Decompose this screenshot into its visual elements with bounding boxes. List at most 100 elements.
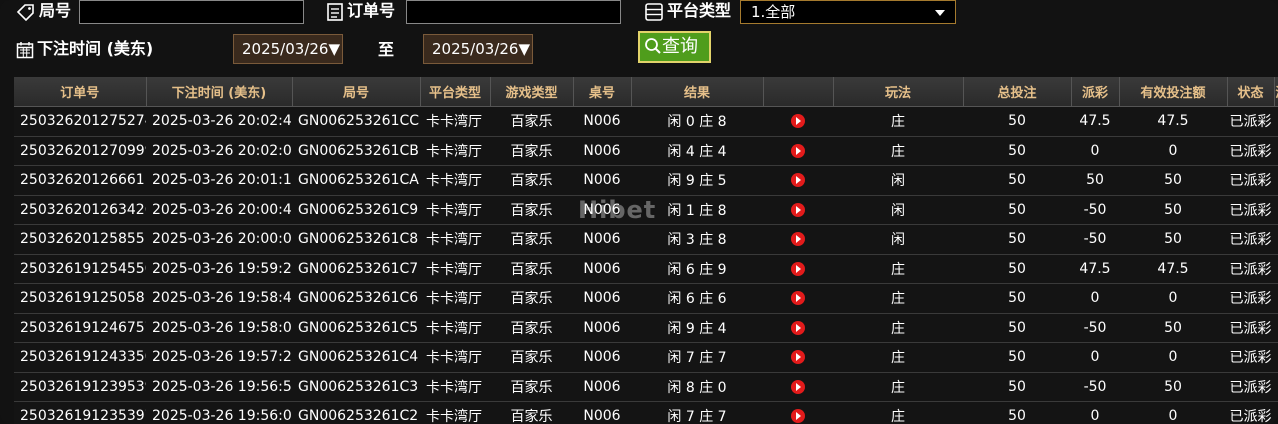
cell-valid-bet: 0 <box>1119 136 1227 166</box>
cell-valid-bet: 47.5 <box>1119 254 1227 284</box>
table-header: 订单号 下注时间 (美东) 局号 平台类型 游戏类型 桌号 结果 玩法 总投注 … <box>14 77 1278 107</box>
cell-platform: 卡卡湾厅 <box>420 165 490 196</box>
header-table-no: 桌号 <box>573 77 632 107</box>
cell-game-type: 百家乐 <box>490 106 573 137</box>
cell-play-type: 闲 <box>833 195 963 225</box>
cell-replay <box>763 401 833 424</box>
bet-time-label: 下注时间 (美东) <box>16 35 153 59</box>
cell-valid-bet: 50 <box>1119 195 1227 225</box>
header-replay <box>763 77 834 107</box>
cell-status: 已派彩 <box>1227 313 1274 343</box>
cell-overflow <box>1274 313 1278 343</box>
cell-total-bet: 50 <box>963 313 1071 343</box>
cell-overflow <box>1274 342 1278 373</box>
query-button[interactable]: 查询 <box>638 31 711 63</box>
cell-play-type: 庄 <box>833 106 963 137</box>
platform-select[interactable]: 1.全部 <box>740 0 956 24</box>
cell-bet-time: 2025-03-26 19:56:50 <box>146 372 292 402</box>
cell-round-no: GN006253261CA <box>292 165 420 196</box>
cell-status: 已派彩 <box>1227 106 1274 137</box>
cell-table-no: N006 <box>573 283 631 314</box>
cell-valid-bet: 0 <box>1119 401 1227 424</box>
cell-payout: -50 <box>1071 195 1119 225</box>
header-payout: 派彩 <box>1071 77 1120 107</box>
cell-result: 闲 4 庄 4 <box>631 136 763 166</box>
cell-replay <box>763 195 833 225</box>
play-video-icon[interactable] <box>791 350 805 365</box>
play-video-icon[interactable] <box>791 114 805 129</box>
cell-platform: 卡卡湾厅 <box>420 106 490 137</box>
cell-round-no: GN006253261C6 <box>292 283 420 314</box>
cell-table-no: N006 <box>573 401 631 424</box>
cell-result: 闲 8 庄 0 <box>631 372 763 402</box>
cell-valid-bet: 50 <box>1119 224 1227 255</box>
play-video-icon[interactable] <box>791 202 805 217</box>
cell-game-type: 百家乐 <box>490 195 573 225</box>
cell-play-type: 庄 <box>833 283 963 314</box>
cell-order-no: 250326191246757 <box>14 313 146 343</box>
play-video-icon[interactable] <box>791 232 805 247</box>
cell-status: 已派彩 <box>1227 254 1274 284</box>
cell-total-bet: 50 <box>963 283 1071 314</box>
round-input[interactable] <box>79 0 304 24</box>
cell-overflow <box>1274 283 1278 314</box>
cell-total-bet: 50 <box>963 342 1071 373</box>
header-result: 结果 <box>631 77 764 107</box>
cell-bet-time: 2025-03-26 19:58:06 <box>146 313 292 343</box>
play-video-icon[interactable] <box>791 379 805 394</box>
cell-platform: 卡卡湾厅 <box>420 224 490 255</box>
cell-play-type: 庄 <box>833 401 963 424</box>
cell-game-type: 百家乐 <box>490 254 573 284</box>
play-video-icon[interactable] <box>791 320 805 335</box>
date-from-picker[interactable]: 2025/03/26▼ <box>233 34 343 64</box>
cell-order-no: 250326191243350 <box>14 342 146 373</box>
cell-status: 已派彩 <box>1227 195 1274 225</box>
header-total-bet: 总投注 <box>963 77 1072 107</box>
play-video-icon[interactable] <box>791 409 805 424</box>
cell-total-bet: 50 <box>963 136 1071 166</box>
cell-status: 已派彩 <box>1227 342 1274 373</box>
cell-order-no: 250326191250581 <box>14 283 146 314</box>
play-video-icon[interactable] <box>791 143 805 158</box>
cell-payout: 0 <box>1071 401 1119 424</box>
cell-overflow <box>1274 106 1278 137</box>
cell-order-no: 250326201266611 <box>14 165 146 196</box>
server-icon <box>645 2 663 21</box>
cell-bet-time: 2025-03-26 20:02:40 <box>146 106 292 137</box>
play-video-icon[interactable] <box>791 173 805 188</box>
cell-round-no: GN006253261C8 <box>292 224 420 255</box>
cell-table-no: N006 <box>573 106 631 137</box>
cell-total-bet: 50 <box>963 195 1071 225</box>
cell-bet-time: 2025-03-26 19:58:42 <box>146 283 292 314</box>
order-input[interactable] <box>406 0 621 24</box>
cell-play-type: 闲 <box>833 224 963 255</box>
cell-round-no: GN006253261C4 <box>292 342 420 373</box>
cell-result: 闲 7 庄 7 <box>631 401 763 424</box>
play-video-icon[interactable] <box>791 291 805 306</box>
cell-table-no: N006 <box>573 136 631 166</box>
date-range-separator: 至 <box>378 40 395 59</box>
document-icon <box>327 2 343 21</box>
cell-replay <box>763 372 833 402</box>
cell-replay <box>763 342 833 373</box>
cell-valid-bet: 50 <box>1119 313 1227 343</box>
search-icon <box>645 37 661 54</box>
cell-game-type: 百家乐 <box>490 165 573 196</box>
cell-bet-time: 2025-03-26 20:00:48 <box>146 195 292 225</box>
date-to-picker[interactable]: 2025/03/26▼ <box>423 34 533 64</box>
cell-valid-bet: 0 <box>1119 342 1227 373</box>
cell-game-type: 百家乐 <box>490 283 573 314</box>
cell-result: 闲 9 庄 5 <box>631 165 763 196</box>
cell-table-no: N006 <box>573 342 631 373</box>
cell-play-type: 庄 <box>833 136 963 166</box>
cell-overflow <box>1274 254 1278 284</box>
cell-game-type: 百家乐 <box>490 136 573 166</box>
cell-order-no: 250326191235397 <box>14 401 146 424</box>
cell-platform: 卡卡湾厅 <box>420 136 490 166</box>
cell-status: 已派彩 <box>1227 165 1274 196</box>
table-row: 250326191254550 2025-03-26 19:59:22 GN0062… <box>14 254 1278 284</box>
cell-status: 已派彩 <box>1227 401 1274 424</box>
table-row: 250326201266611 2025-03-26 20:01:19 GN0062… <box>14 165 1278 196</box>
play-video-icon[interactable] <box>791 261 805 276</box>
cell-round-no: GN006253261C5 <box>292 313 420 343</box>
